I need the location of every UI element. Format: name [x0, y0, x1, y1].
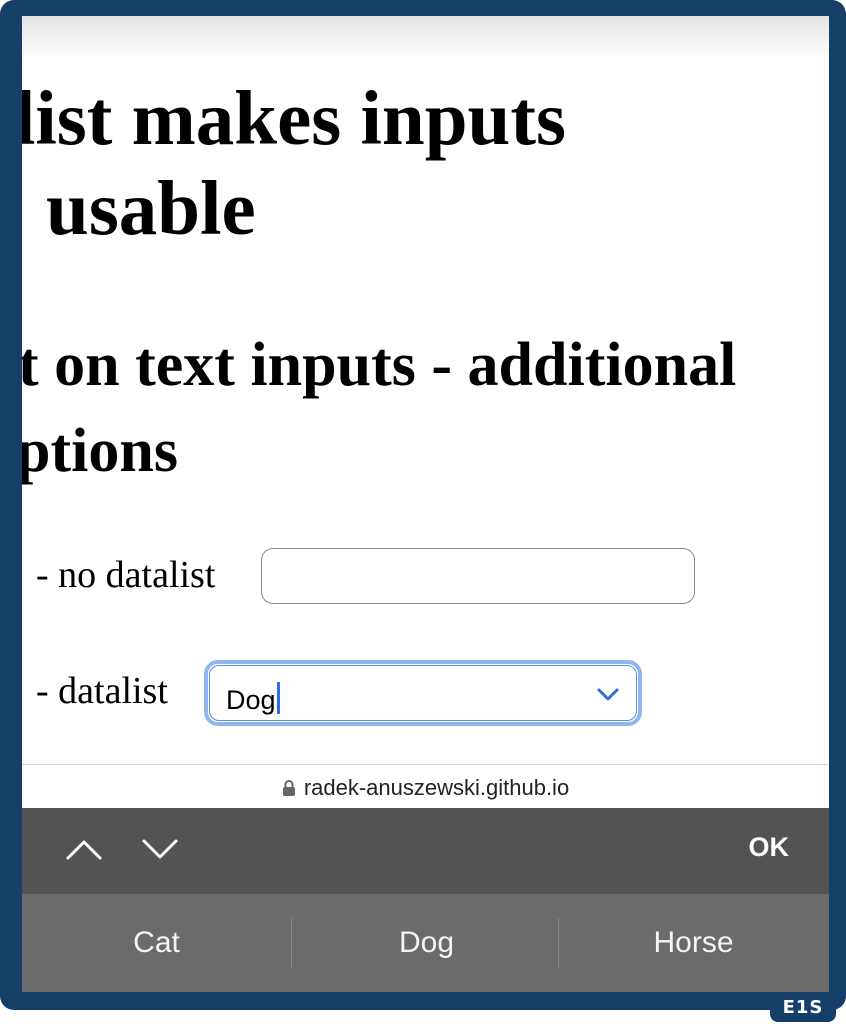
- web-page: list makes inputs usable t on text input…: [22, 16, 829, 764]
- datalist-label: - datalist: [36, 670, 168, 712]
- url-text: radek-anuszewski.github.io: [303, 775, 570, 800]
- section-heading-line-2: ptions: [22, 417, 178, 485]
- datalist-input-text: Dog: [226, 682, 280, 716]
- ok-button[interactable]: OK: [749, 832, 790, 863]
- option-dog[interactable]: Dog: [292, 894, 561, 992]
- option-cat[interactable]: Cat: [22, 894, 291, 992]
- no-datalist-input[interactable]: [261, 548, 695, 604]
- watermark-badge: E1S: [770, 994, 836, 1022]
- top-fade: [22, 16, 829, 60]
- phone-screen: list makes inputs usable t on text input…: [22, 16, 829, 992]
- page-heading-line-2: usable: [46, 165, 256, 251]
- url-bar-content: radek-anuszewski.github.io: [22, 775, 829, 801]
- datalist-input-field[interactable]: Dog: [209, 665, 637, 721]
- device-frame: list makes inputs usable t on text input…: [0, 0, 846, 1010]
- datalist-input[interactable]: Dog: [204, 660, 642, 726]
- url-bar[interactable]: radek-anuszewski.github.io: [22, 764, 829, 808]
- section-heading-line-1: t on text inputs - additional: [22, 331, 737, 399]
- option-horse[interactable]: Horse: [559, 894, 828, 992]
- text-caret: [276, 682, 280, 714]
- chevron-down-icon[interactable]: [140, 834, 180, 864]
- page-heading-line-1: list makes inputs: [22, 75, 566, 161]
- chevron-up-icon[interactable]: [64, 834, 104, 864]
- chevron-down-icon[interactable]: [596, 684, 620, 706]
- lock-icon: [282, 780, 295, 796]
- no-datalist-label: - no datalist: [36, 554, 216, 596]
- keyboard-accessory-toolbar: OK: [22, 808, 829, 894]
- datalist-options-bar: Cat Dog Horse: [22, 894, 829, 992]
- datalist-input-value: Dog: [226, 685, 276, 715]
